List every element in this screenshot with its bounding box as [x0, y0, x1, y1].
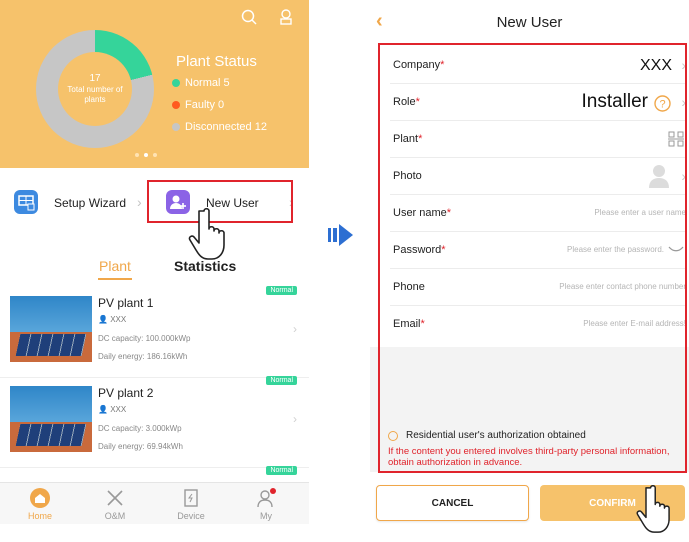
status-badge: Normal: [266, 376, 297, 385]
setup-wizard-icon[interactable]: [14, 190, 38, 214]
plant-thumbnail: [10, 296, 92, 362]
disconnected-dot-icon: [172, 123, 180, 131]
carousel-pager[interactable]: [135, 153, 157, 157]
plant-status-panel: 17 Total number of plants Plant Status N…: [0, 0, 309, 168]
nav-device-label: Device: [177, 511, 205, 521]
legend-normal: Normal 5: [172, 77, 230, 89]
cancel-button[interactable]: CANCEL: [376, 485, 529, 521]
home-icon: [29, 487, 51, 509]
plant-thumbnail: [10, 386, 92, 452]
plant-list-item[interactable]: Normal: [0, 466, 309, 482]
nav-home[interactable]: Home: [15, 487, 65, 521]
arrow-right-icon: [328, 224, 353, 246]
plant-name: PV plant 2: [98, 386, 154, 400]
nav-my-label: My: [260, 511, 272, 521]
highlight-box: [378, 43, 687, 473]
tap-hand-icon: [188, 207, 225, 260]
legend-faulty: Faulty 0: [172, 99, 224, 111]
total-plants-label: Total number of plants: [67, 85, 123, 104]
plant-name: PV plant 1: [98, 296, 154, 310]
user-icon: [255, 487, 277, 509]
home-screen: 17 Total number of plants Plant Status N…: [0, 0, 309, 542]
status-badge: Normal: [266, 466, 297, 475]
screenshot: 17 Total number of plants Plant Status N…: [0, 0, 689, 542]
search-icon[interactable]: [240, 8, 258, 26]
nav-om[interactable]: O&M: [90, 487, 140, 521]
plant-status-title: Plant Status: [176, 53, 257, 70]
plant-capacity: DC capacity: 100.000kWp: [98, 334, 191, 343]
page-title: New User: [496, 14, 563, 31]
legend-disconnected: Disconnected 12: [172, 121, 267, 133]
plant-company: 👤 XXX: [98, 405, 127, 414]
nav-om-label: O&M: [104, 511, 126, 521]
tab-plant[interactable]: Plant: [99, 258, 131, 274]
legend-faulty-label: Faulty 0: [185, 99, 225, 111]
nav-home-label: Home: [27, 511, 52, 521]
plant-energy: Daily energy: 186.16kWh: [98, 352, 188, 361]
plant-capacity: DC capacity: 3.000kWp: [98, 424, 182, 433]
tap-hand-icon: [636, 485, 670, 533]
scan-icon[interactable]: [277, 8, 295, 26]
plant-list-item[interactable]: PV plant 2 👤 XXX DC capacity: 3.000kWp D…: [0, 376, 309, 468]
chevron-right-icon: ›: [137, 194, 142, 210]
normal-dot-icon: [172, 79, 180, 87]
bottom-nav: Home O&M Device My: [0, 482, 309, 524]
status-badge: Normal: [266, 286, 297, 295]
legend-normal-label: Normal 5: [185, 77, 230, 89]
tools-icon: [104, 487, 126, 509]
plant-status-donut-chart: 17 Total number of plants: [36, 30, 154, 148]
plant-energy: Daily energy: 69.94kWh: [98, 442, 183, 451]
active-tab-indicator: [98, 278, 132, 280]
nav-my[interactable]: My: [241, 487, 291, 521]
plant-company: 👤 XXX: [98, 315, 127, 324]
chevron-right-icon: ›: [293, 322, 297, 336]
legend-disconnected-label: Disconnected 12: [185, 121, 267, 133]
total-plants-number: 17: [89, 73, 101, 84]
chevron-right-icon: ›: [293, 412, 297, 426]
nav-device[interactable]: Device: [166, 487, 216, 521]
plant-list-item[interactable]: PV plant 1 👤 XXX DC capacity: 100.000kWp…: [0, 286, 309, 378]
device-icon: [180, 487, 202, 509]
setup-wizard-label[interactable]: Setup Wizard: [54, 196, 126, 210]
faulty-dot-icon: [172, 101, 180, 109]
